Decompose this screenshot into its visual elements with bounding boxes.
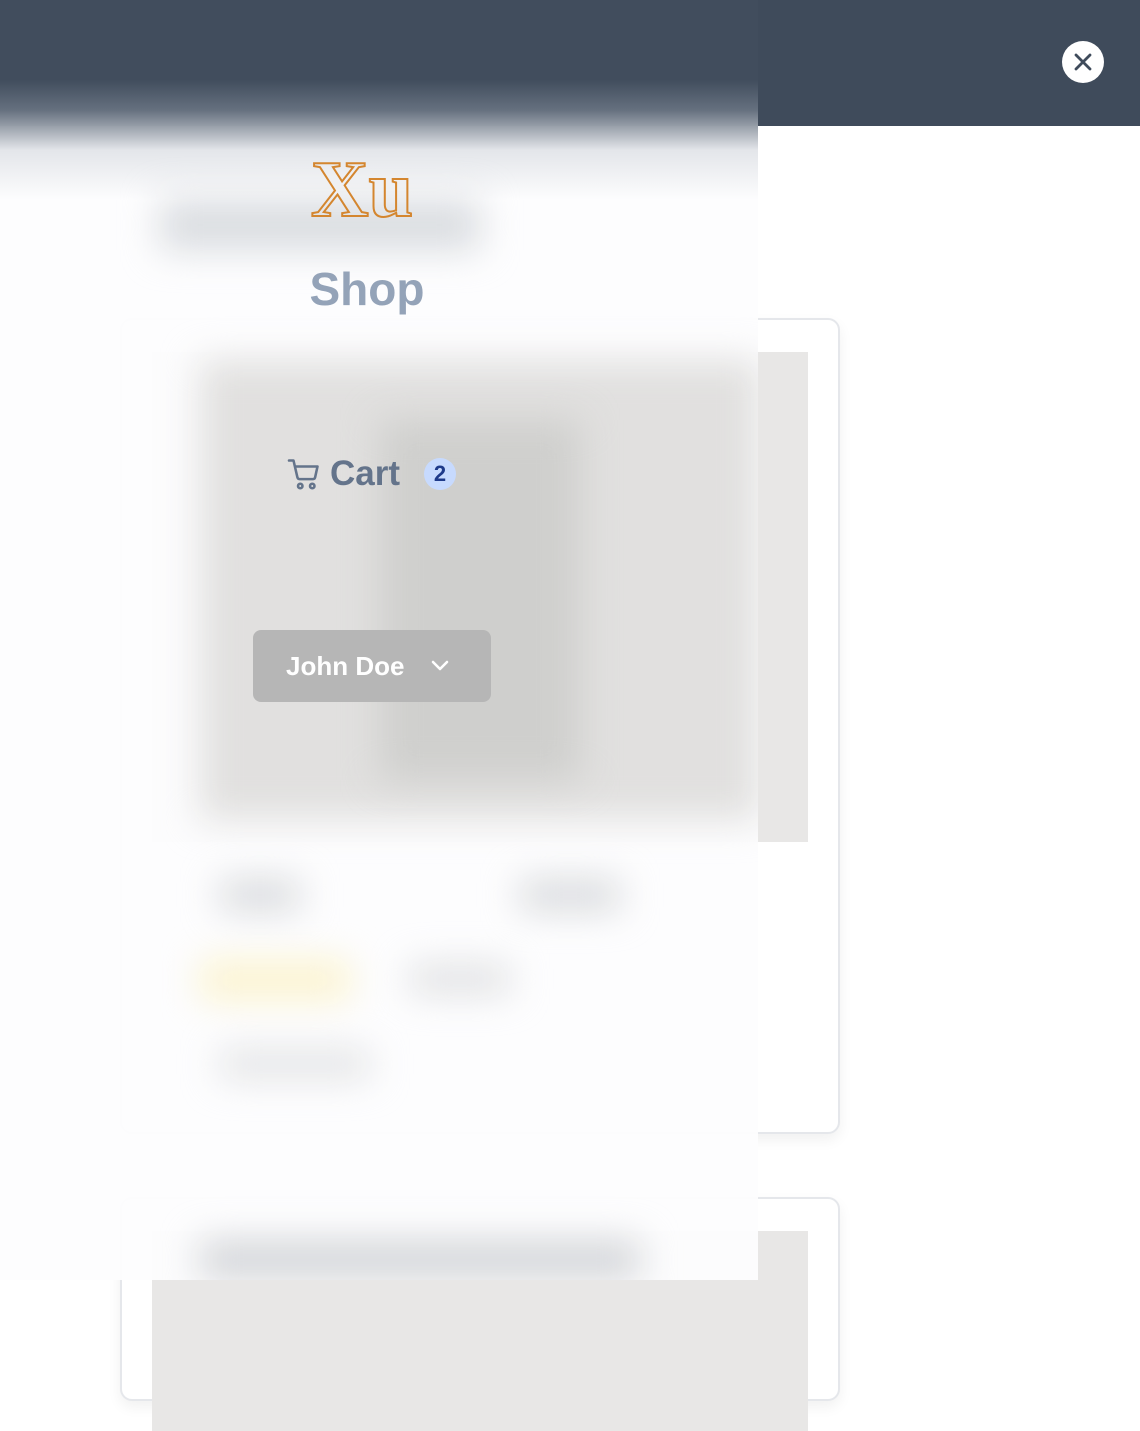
- chevron-down-icon: [432, 660, 449, 671]
- blurred-text: [410, 965, 510, 993]
- cart-icon: [287, 459, 319, 490]
- cart-label: Cart: [330, 454, 401, 493]
- shop-title: Shop: [309, 263, 425, 315]
- xu-logo[interactable]: Xu: [308, 145, 416, 235]
- blurred-image: [200, 1240, 640, 1280]
- user-name: John Doe: [286, 650, 405, 681]
- blurred-text: [220, 880, 300, 910]
- blurred-text: [520, 880, 620, 910]
- logo-text: Xu: [311, 146, 413, 226]
- close-icon: [1074, 53, 1092, 71]
- cart-link[interactable]: Cart 2: [286, 452, 457, 496]
- blurred-badge: [200, 960, 350, 1000]
- mobile-menu-drawer: Xu Shop Cart 2 John Doe: [0, 0, 758, 1280]
- user-menu-button[interactable]: John Doe: [253, 630, 491, 702]
- cart-count-badge: 2: [424, 458, 457, 490]
- close-button[interactable]: [1062, 41, 1104, 83]
- blurred-text: [220, 1050, 370, 1078]
